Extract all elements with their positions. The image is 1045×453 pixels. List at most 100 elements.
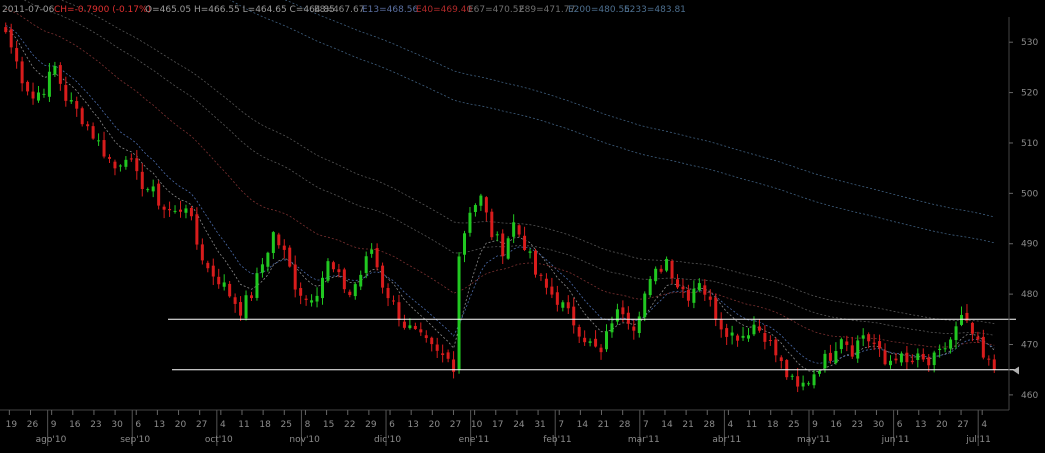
candle-body <box>932 352 936 366</box>
candle-body <box>747 335 750 339</box>
candle-body <box>282 245 286 250</box>
candle-body <box>299 288 303 296</box>
candle-body <box>954 326 958 341</box>
x-day-label: 13 <box>915 420 926 430</box>
candle-body <box>697 283 701 291</box>
candle-body <box>779 357 783 362</box>
x-day-label: 27 <box>450 420 461 430</box>
candle-body <box>883 350 887 365</box>
candle-body <box>69 100 73 102</box>
candle-body <box>719 319 723 330</box>
candle-body <box>359 274 363 287</box>
candle-body <box>266 252 270 267</box>
x-day-label: 27 <box>957 420 968 430</box>
candle-body <box>157 183 161 206</box>
candle-body <box>402 321 406 328</box>
header-e67: E67=470.52 <box>468 5 524 15</box>
candle-body <box>58 65 62 84</box>
candle-body <box>195 214 199 245</box>
candle-body <box>626 312 630 324</box>
candle-body <box>987 358 991 360</box>
candle-body <box>828 352 832 361</box>
x-day-label: 9 <box>51 420 57 430</box>
x-month-label: jun'11 <box>881 435 910 445</box>
y-tick-label: 490 <box>1021 240 1038 250</box>
x-month-label: may'11 <box>797 435 831 445</box>
candle-body <box>331 262 335 270</box>
candle-body <box>108 157 111 159</box>
plot-background <box>0 0 1045 449</box>
x-month-label: ago'10 <box>36 435 67 445</box>
candle-body <box>927 357 931 366</box>
candle-body <box>768 340 772 342</box>
candle-body <box>730 332 734 336</box>
candle-body <box>129 158 133 160</box>
candle-body <box>435 344 439 351</box>
x-day-label: 22 <box>344 420 355 430</box>
x-month-label: jul'11 <box>965 435 991 445</box>
x-day-label: 30 <box>111 420 123 430</box>
candle-body <box>845 341 849 345</box>
x-day-label: 6 <box>389 420 395 430</box>
candle-body <box>894 358 898 361</box>
y-tick-label: 500 <box>1021 189 1038 199</box>
x-month-label: nov'10 <box>289 435 320 445</box>
candle-body <box>566 302 570 309</box>
candle-body <box>763 332 767 342</box>
candle-body <box>413 325 417 330</box>
candle-body <box>992 359 996 370</box>
candle-body <box>495 234 499 236</box>
candle-body <box>970 322 974 334</box>
x-day-label: 14 <box>577 420 589 430</box>
x-day-label: 6 <box>135 420 141 430</box>
candle-body <box>943 348 947 350</box>
x-day-label: 19 <box>6 420 18 430</box>
x-month-label: dic'10 <box>374 435 401 445</box>
candle-body <box>577 327 581 337</box>
candle-body <box>211 265 215 277</box>
candle-body <box>293 264 297 290</box>
candle-body <box>921 353 925 360</box>
candle-body <box>490 211 494 238</box>
candle-body <box>463 233 466 255</box>
candle-body <box>260 264 264 273</box>
header-e13: E13=468.56 <box>362 5 418 15</box>
candle-body <box>850 345 854 357</box>
x-day-label: 7 <box>558 420 564 430</box>
candle-body <box>239 302 243 316</box>
candle-body <box>818 371 821 374</box>
candle-body <box>64 85 68 101</box>
candle-body <box>725 328 729 337</box>
candle-body <box>523 235 527 250</box>
candle-body <box>599 347 603 353</box>
candle-body <box>473 205 477 212</box>
x-day-label: 11 <box>238 420 249 430</box>
candle-body <box>97 140 101 142</box>
y-tick-label: 510 <box>1021 139 1038 149</box>
candle-body <box>162 206 166 210</box>
candle-body <box>457 256 461 370</box>
candle-body <box>288 247 292 267</box>
candle-body <box>430 337 434 345</box>
candle-body <box>572 306 576 326</box>
x-month-label: oct'10 <box>205 435 233 445</box>
x-day-label: 16 <box>830 420 842 430</box>
candle-body <box>714 297 718 320</box>
candle-body <box>370 249 374 254</box>
candle-body <box>441 353 445 355</box>
x-day-label: 4 <box>981 420 987 430</box>
candle-body <box>960 314 963 325</box>
x-day-label: 20 <box>175 420 187 430</box>
x-day-label: 17 <box>492 420 503 430</box>
x-day-label: 4 <box>728 420 734 430</box>
candle-body <box>140 171 144 190</box>
candle-body <box>676 279 679 288</box>
candle-body <box>938 348 942 350</box>
x-day-label: 13 <box>407 420 418 430</box>
x-day-label: 21 <box>598 420 609 430</box>
x-day-label: 18 <box>259 420 271 430</box>
candle-body <box>812 374 816 386</box>
candle-body <box>790 375 794 377</box>
candle-body <box>124 159 128 167</box>
candle-body <box>233 297 237 304</box>
